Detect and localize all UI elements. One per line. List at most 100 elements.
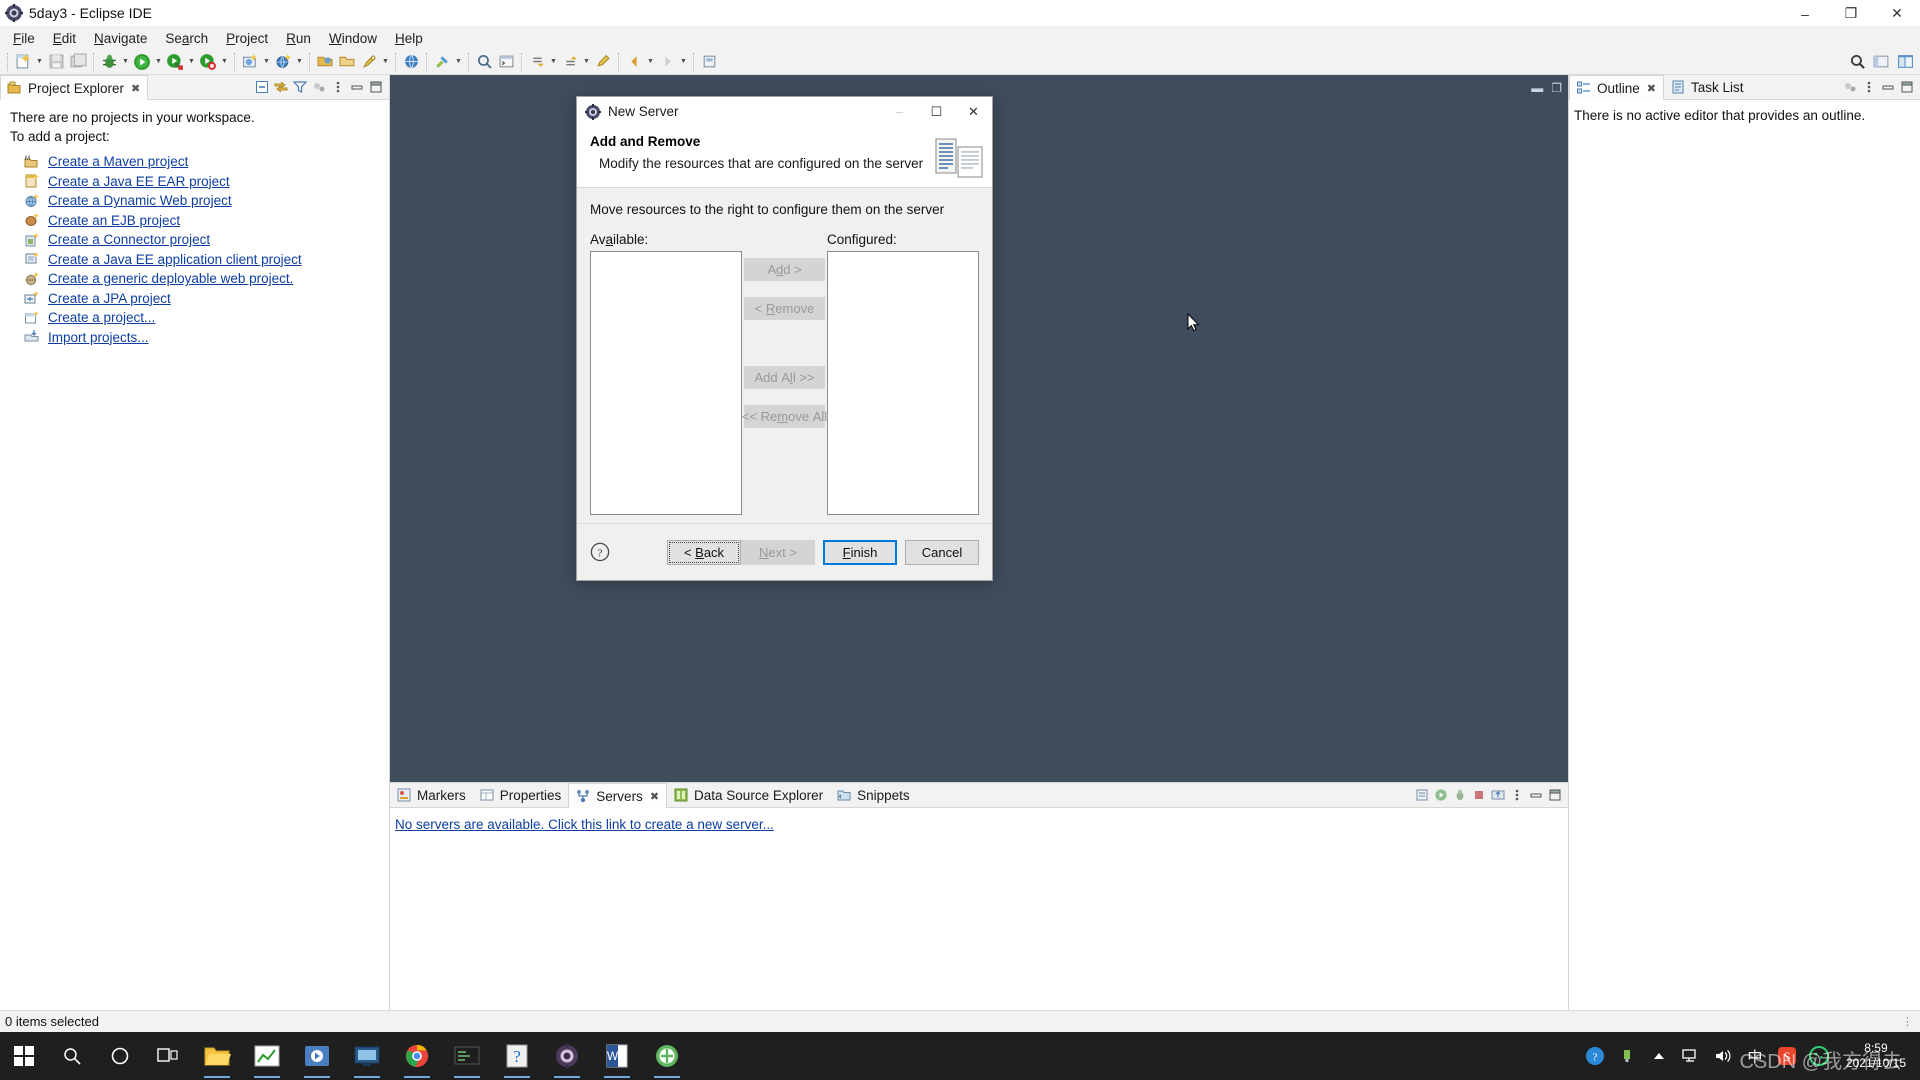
next-annotation-dropdown-icon[interactable]: ▼ — [548, 51, 559, 73]
editor-app-icon[interactable] — [442, 1032, 492, 1080]
link-row-dynamic-web[interactable]: Create a Dynamic Web project — [24, 191, 379, 211]
window-maximize-button[interactable]: ❐ — [1828, 0, 1874, 27]
tab-outline[interactable]: Outline ✖ — [1569, 75, 1664, 100]
volume-tray-icon[interactable] — [1712, 1045, 1734, 1067]
chart-app-icon[interactable] — [242, 1032, 292, 1080]
tab-close-icon[interactable]: ✖ — [131, 82, 140, 95]
link-row-ear[interactable]: Create a Java EE EAR project — [24, 172, 379, 192]
next-annotation-icon[interactable] — [526, 51, 548, 73]
tab-data-source-explorer[interactable]: Data Source Explorer — [667, 783, 830, 807]
editor-maximize-icon[interactable]: ❐ — [1551, 81, 1562, 95]
file-explorer-icon[interactable] — [192, 1032, 242, 1080]
forward-icon[interactable] — [656, 51, 678, 73]
cortana-icon[interactable] — [96, 1032, 144, 1080]
link-label[interactable]: Create a project... — [48, 308, 155, 327]
ime-chinese-icon[interactable]: 中 — [1744, 1045, 1766, 1067]
previous-annotation-dropdown-icon[interactable]: ▼ — [581, 51, 592, 73]
stop-server-dropdown-icon[interactable]: ▼ — [219, 51, 230, 73]
configured-listbox[interactable] — [827, 251, 979, 515]
wechat-tray-icon[interactable] — [1808, 1045, 1830, 1067]
debug-server-icon[interactable] — [1451, 786, 1469, 804]
network-tray-icon[interactable] — [1680, 1045, 1702, 1067]
link-label[interactable]: Create a Java EE EAR project — [48, 172, 230, 191]
minimize-icon[interactable] — [1527, 786, 1545, 804]
run-icon[interactable] — [131, 51, 153, 73]
vm-app-icon[interactable] — [342, 1032, 392, 1080]
tab-properties[interactable]: Properties — [473, 783, 569, 807]
link-with-editor-icon[interactable] — [272, 78, 290, 96]
menu-run[interactable]: Run — [277, 29, 320, 48]
run-dropdown-icon[interactable]: ▼ — [153, 51, 164, 73]
help-icon[interactable]: ? — [590, 542, 610, 562]
last-edit-icon[interactable] — [592, 51, 614, 73]
back-dropdown-icon[interactable]: ▼ — [645, 51, 656, 73]
eclipse-taskbar-icon[interactable] — [542, 1032, 592, 1080]
usb-tray-icon[interactable] — [1616, 1045, 1638, 1067]
available-listbox[interactable] — [590, 251, 742, 515]
word-icon[interactable]: W — [592, 1032, 642, 1080]
forward-dropdown-icon[interactable]: ▼ — [678, 51, 689, 73]
view-menu-filter-icon[interactable] — [291, 78, 309, 96]
new-dynamic-web-dropdown-icon[interactable]: ▼ — [294, 51, 305, 73]
view-menu-icon[interactable] — [1508, 786, 1526, 804]
link-row-connector[interactable]: Create a Connector project — [24, 230, 379, 250]
taskbar-search-icon[interactable] — [48, 1032, 96, 1080]
tomcat-icon[interactable] — [642, 1032, 692, 1080]
tab-close-icon[interactable]: ✖ — [1647, 82, 1656, 95]
new-java-project-icon[interactable] — [239, 51, 261, 73]
media-app-icon[interactable] — [292, 1032, 342, 1080]
window-close-button[interactable]: ✕ — [1874, 0, 1920, 27]
collapse-all-icon[interactable] — [253, 78, 271, 96]
back-button[interactable]: < Back — [667, 539, 741, 565]
menu-project[interactable]: Project — [217, 29, 277, 48]
finish-button[interactable]: Finish — [823, 539, 897, 565]
minimize-icon[interactable] — [1879, 78, 1897, 96]
tab-servers[interactable]: Servers ✖ — [568, 783, 668, 808]
maximize-icon[interactable] — [1898, 78, 1916, 96]
perspective-open-icon[interactable] — [1870, 51, 1892, 73]
new-java-project-dropdown-icon[interactable]: ▼ — [261, 51, 272, 73]
web-browser-icon[interactable] — [400, 51, 422, 73]
quick-access-dropdown-icon[interactable]: ▼ — [380, 51, 391, 73]
help-tray-icon[interactable]: ? — [1584, 1045, 1606, 1067]
minimize-icon[interactable] — [348, 78, 366, 96]
link-label[interactable]: Create a JPA project — [48, 289, 171, 308]
menu-help[interactable]: Help — [386, 29, 432, 48]
chrome-icon[interactable] — [392, 1032, 442, 1080]
menu-file[interactable]: File — [4, 29, 44, 48]
pin-editor-icon[interactable] — [698, 51, 720, 73]
taskbar-clock[interactable]: 8:59 2021/10/15 — [1840, 1041, 1912, 1071]
back-icon[interactable] — [623, 51, 645, 73]
external-tools-icon[interactable] — [431, 51, 453, 73]
external-tools-dropdown-icon[interactable]: ▼ — [453, 51, 464, 73]
menu-window[interactable]: Window — [320, 29, 386, 48]
tab-markers[interactable]: Markers — [390, 783, 473, 807]
start-icon[interactable] — [1432, 786, 1450, 804]
windows-start-icon[interactable] — [0, 1032, 48, 1080]
link-label[interactable]: Create an EJB project — [48, 211, 180, 230]
debug-icon[interactable] — [98, 51, 120, 73]
show-hidden-icons-icon[interactable] — [1648, 1045, 1670, 1067]
menu-edit[interactable]: Edit — [44, 29, 85, 48]
sogou-input-icon[interactable]: S — [1776, 1045, 1798, 1067]
previous-annotation-icon[interactable] — [559, 51, 581, 73]
open-resource-icon[interactable] — [336, 51, 358, 73]
link-row-ejb[interactable]: Create an EJB project — [24, 211, 379, 231]
new-dynamic-web-icon[interactable] — [272, 51, 294, 73]
console-icon[interactable] — [495, 51, 517, 73]
tab-task-list[interactable]: Task List — [1664, 75, 1751, 99]
link-row-generic-web[interactable]: Create a generic deployable web project. — [24, 269, 379, 289]
search-icon[interactable] — [1846, 51, 1868, 73]
editor-minimize-icon[interactable]: ▬ — [1531, 81, 1543, 95]
publish-icon[interactable] — [1489, 786, 1507, 804]
new-wizard-icon[interactable] — [12, 51, 34, 73]
task-view-icon[interactable] — [144, 1032, 192, 1080]
stop-server-icon[interactable] — [197, 51, 219, 73]
link-row-import-projects[interactable]: Import projects... — [24, 328, 379, 348]
link-row-jpa[interactable]: Create a JPA project — [24, 289, 379, 309]
dialog-maximize-button[interactable]: ☐ — [918, 97, 955, 126]
tab-snippets[interactable]: Snippets — [830, 783, 917, 807]
focus-on-active-task-icon[interactable] — [310, 78, 328, 96]
perspective-java-ee-icon[interactable] — [1894, 51, 1916, 73]
link-label[interactable]: Import projects... — [48, 328, 149, 347]
